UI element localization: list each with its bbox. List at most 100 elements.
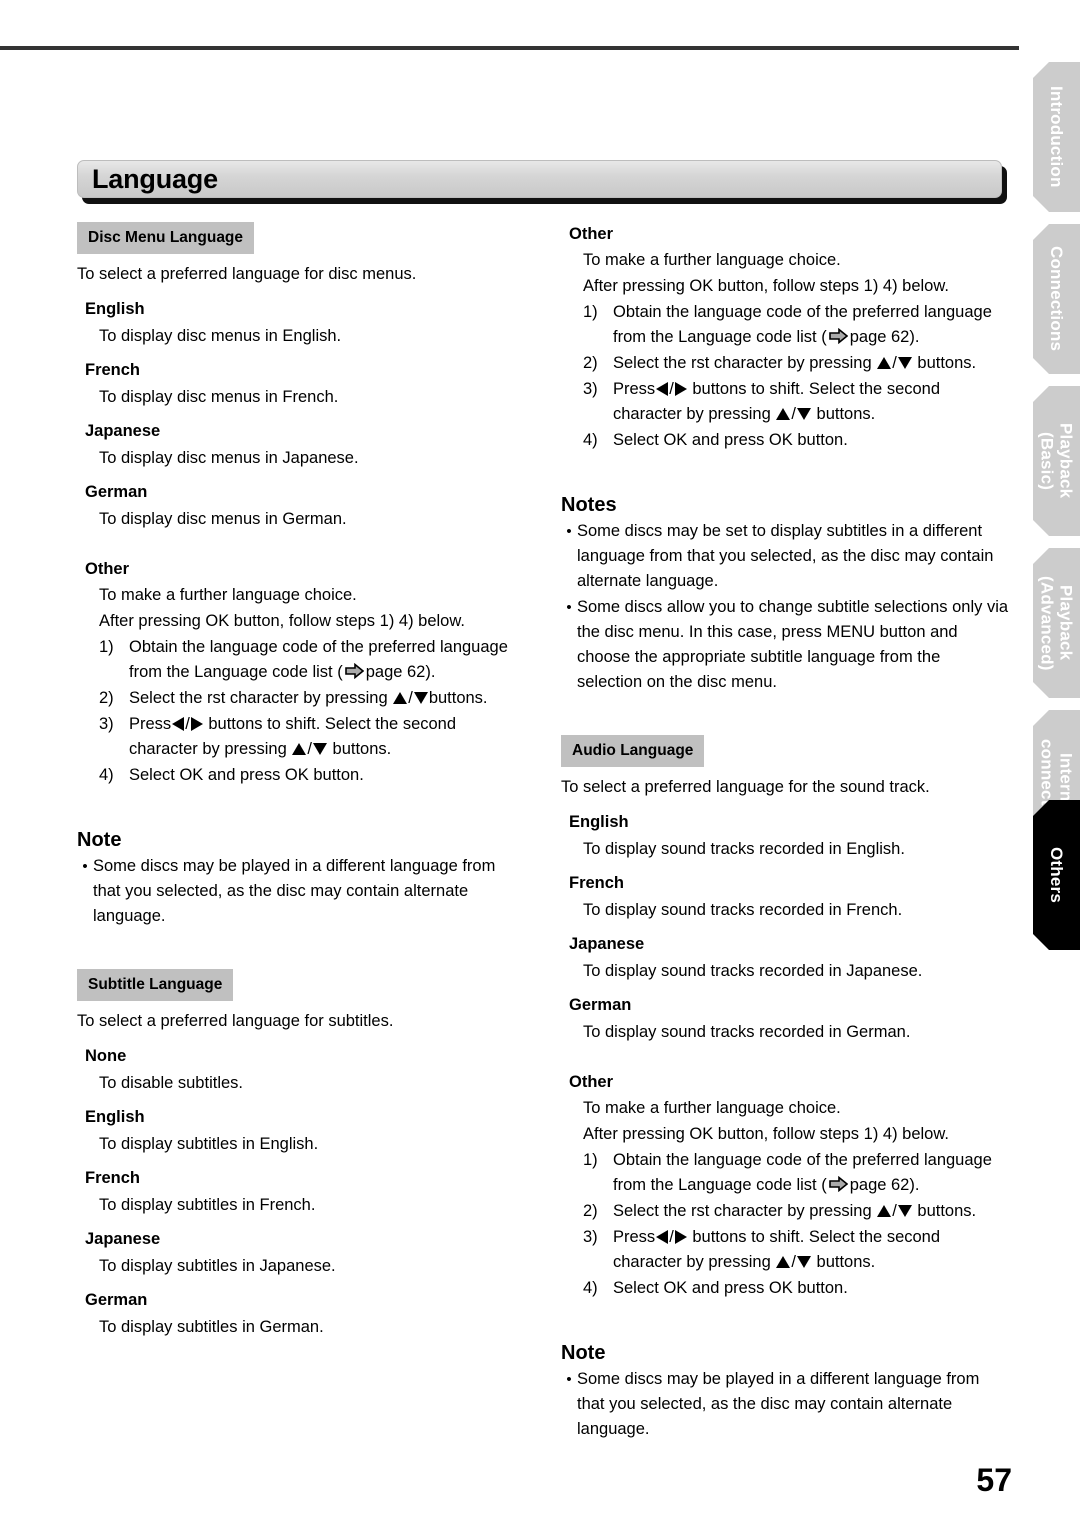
step-sep: / [669,1228,674,1246]
step-sep: / [307,740,312,758]
option-desc: To disable subtitles. [99,1074,243,1092]
triangle-up-icon [393,692,408,704]
step-line-a: Obtain the language code of the preferre… [613,303,992,321]
option-german: German To display sound tracks recorded … [561,993,1009,1045]
side-tab-label: Playback (Basic) [1037,423,1076,499]
triangle-right-icon [674,382,687,396]
step-sep: / [669,380,674,398]
step-3: 3) Press / buttons to shift. Select the s… [583,377,1009,427]
step-number: 2) [583,354,598,372]
step-number: 1) [99,638,114,656]
triangle-right-icon [190,717,203,731]
option-french: French To display subtitles in French. [77,1166,517,1218]
step-line-b-pre: character by pressing [613,405,771,423]
step-text-pre: Press [129,715,172,733]
step-text-pre: Select the rst character by pressing [613,354,872,372]
option-name: French [569,874,625,892]
step-text: Select OK and press OK button. [613,1279,848,1297]
note-disc-menu: Note • Some discs may be played in a dif… [77,828,517,929]
step-2: 2) Select the rst character by pressing … [99,686,517,711]
step-text: Press / buttons to shift. Select the seco… [613,377,1009,427]
triangle-down-icon [796,408,811,420]
section-lead: To select a preferred language for the s… [561,778,930,796]
option-desc: To display sound tracks recorded in Fren… [583,901,903,919]
step-text: Obtain the language code of the preferre… [613,1148,1009,1198]
step-text: Select the rst character by pressing / bu… [129,686,517,711]
section-subtitle-language: Subtitle Language To select a preferred … [77,969,517,1340]
note-heading: Note [77,829,122,851]
step-text-pre: Press [613,380,656,398]
bullet-dot-icon: • [566,1371,572,1388]
section-lead: To select a preferred language for disc … [77,265,417,283]
section-audio-language: Audio Language To select a preferred lan… [561,735,1009,1301]
option-name: German [569,996,632,1014]
step-text: Press / buttons to shift. Select the seco… [613,1225,1009,1275]
side-tab-playback-basic[interactable]: Playback (Basic) [1033,386,1080,536]
step-line-b-post: buttons. [816,1253,876,1271]
step-3: 3) Press / buttons to shift. Select the s… [99,712,517,762]
option-name: None [85,1047,127,1065]
note-text: Some discs may be played in a different … [577,1370,980,1438]
step-number: 1) [583,303,598,321]
option-japanese: Japanese To display sound tracks recorde… [561,932,1009,984]
section-badge-audio-language: Audio Language [561,735,705,767]
step-line-a: Obtain the language code of the preferre… [129,638,508,656]
side-tab-others[interactable]: Others [1033,800,1080,950]
step-1: 1) Obtain the language code of the prefe… [99,635,517,685]
option-english: English To display sound tracks recorded… [561,810,1009,862]
option-name: Japanese [569,935,645,953]
option-name: German [85,483,148,501]
side-tab-connections[interactable]: Connections [1033,224,1080,374]
option-japanese: Japanese To display disc menus in Japane… [77,419,517,471]
step-number: 3) [583,380,598,398]
option-name: French [85,361,141,379]
step-text-post: buttons to shift. Select the second [692,1228,941,1246]
notes-subtitle: Notes • Some discs may be set to display… [561,493,1009,695]
section-lead: To select a preferred language for subti… [77,1012,394,1030]
step-sep: / [791,1253,796,1271]
other-steps: 1) Obtain the language code of the prefe… [583,300,1009,453]
side-tab-playback-advanced[interactable]: Playback (Advanced) [1033,548,1080,698]
step-text: Obtain the language code of the preferre… [613,300,1009,350]
note-text: Some discs may be played in a different … [93,857,496,925]
page-number: 57 [976,1462,1012,1498]
step-text: Obtain the language code of the preferre… [129,635,517,685]
step-number: 1) [583,1151,598,1169]
option-name: Other [85,560,130,578]
other-steps: 1) Obtain the language code of the prefe… [99,635,517,788]
note-bullets: • Some discs may be played in a differen… [77,854,517,929]
step-sep: / [892,1202,897,1220]
triangle-down-icon [312,743,327,755]
step-sep: / [791,405,796,423]
other-intro-1: To make a further language choice. [583,251,841,269]
triangle-up-icon [776,1256,791,1268]
other-intro-2: After pressing OK button, follow steps 1… [583,277,949,295]
notes-bullets: • Some discs may be set to display subti… [561,519,1009,695]
step-text-post: buttons. [917,1202,977,1220]
bullet-dot-icon: • [82,858,88,875]
side-tab-introduction[interactable]: Introduction [1033,62,1080,212]
step-line-b-pre: from the Language code list ( [129,663,343,681]
step-number: 2) [583,1202,598,1220]
left-column: Disc Menu Language To select a preferred… [77,222,517,1340]
step-line-b-pre: from the Language code list ( [613,328,827,346]
triangle-left-icon [656,1230,669,1244]
option-desc: To display sound tracks recorded in Germ… [583,1023,911,1041]
option-name: English [85,300,145,318]
step-text-pre: Select the rst character by pressing [613,1202,872,1220]
step-4: 4) Select OK and press OK button. [583,428,1009,453]
step-3: 3) Press / buttons to shift. Select the s… [583,1225,1009,1275]
page-title: Language [92,163,218,194]
option-desc: To display disc menus in English. [99,327,342,345]
page-title-bar: Language [77,160,1007,204]
right-arrow-icon [344,662,364,680]
side-tab-label: Introduction [1047,86,1066,188]
option-name: Other [569,225,614,243]
step-number: 4) [583,431,598,449]
option-name: Japanese [85,422,161,440]
other-steps: 1) Obtain the language code of the prefe… [583,1148,1009,1301]
note-bullet: • Some discs allow you to change subtitl… [561,595,1009,695]
step-sep: / [892,354,897,372]
note-bullet: • Some discs may be played in a differen… [561,1367,1009,1442]
